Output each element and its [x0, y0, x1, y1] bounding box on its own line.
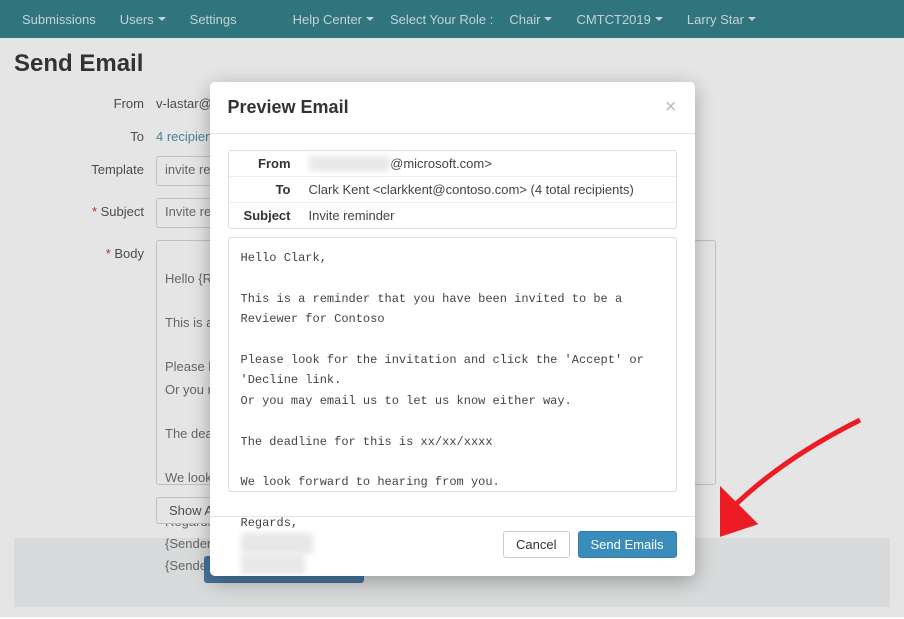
close-icon[interactable]: ×	[665, 96, 677, 119]
meta-subject-label: Subject	[229, 203, 301, 228]
send-emails-button[interactable]: Send Emails	[578, 531, 677, 558]
preview-meta: From xxxxxxx xxxxx@microsoft.com> To Cla…	[228, 150, 677, 229]
modal-title: Preview Email	[228, 97, 349, 118]
modal-overlay: Preview Email × From xxxxxxx xxxxx@micro…	[0, 0, 904, 617]
preview-email-modal: Preview Email × From xxxxxxx xxxxx@micro…	[210, 82, 695, 576]
redacted-signature-1: xxxxx xxxx	[241, 533, 313, 553]
meta-subject-value: Invite reminder	[301, 203, 676, 228]
meta-to-value: Clark Kent <clarkkent@contoso.com> (4 to…	[301, 177, 676, 202]
meta-from-value: xxxxxxx xxxxx@microsoft.com>	[301, 151, 676, 176]
meta-to-label: To	[229, 177, 301, 202]
cancel-button[interactable]: Cancel	[503, 531, 569, 558]
redacted-signature-2: xxxx xxxx	[241, 554, 306, 574]
meta-from-label: From	[229, 151, 301, 176]
redacted-name: xxxxxxx xxxxx	[309, 156, 391, 171]
preview-body: Hello Clark, This is a reminder that you…	[228, 237, 677, 492]
